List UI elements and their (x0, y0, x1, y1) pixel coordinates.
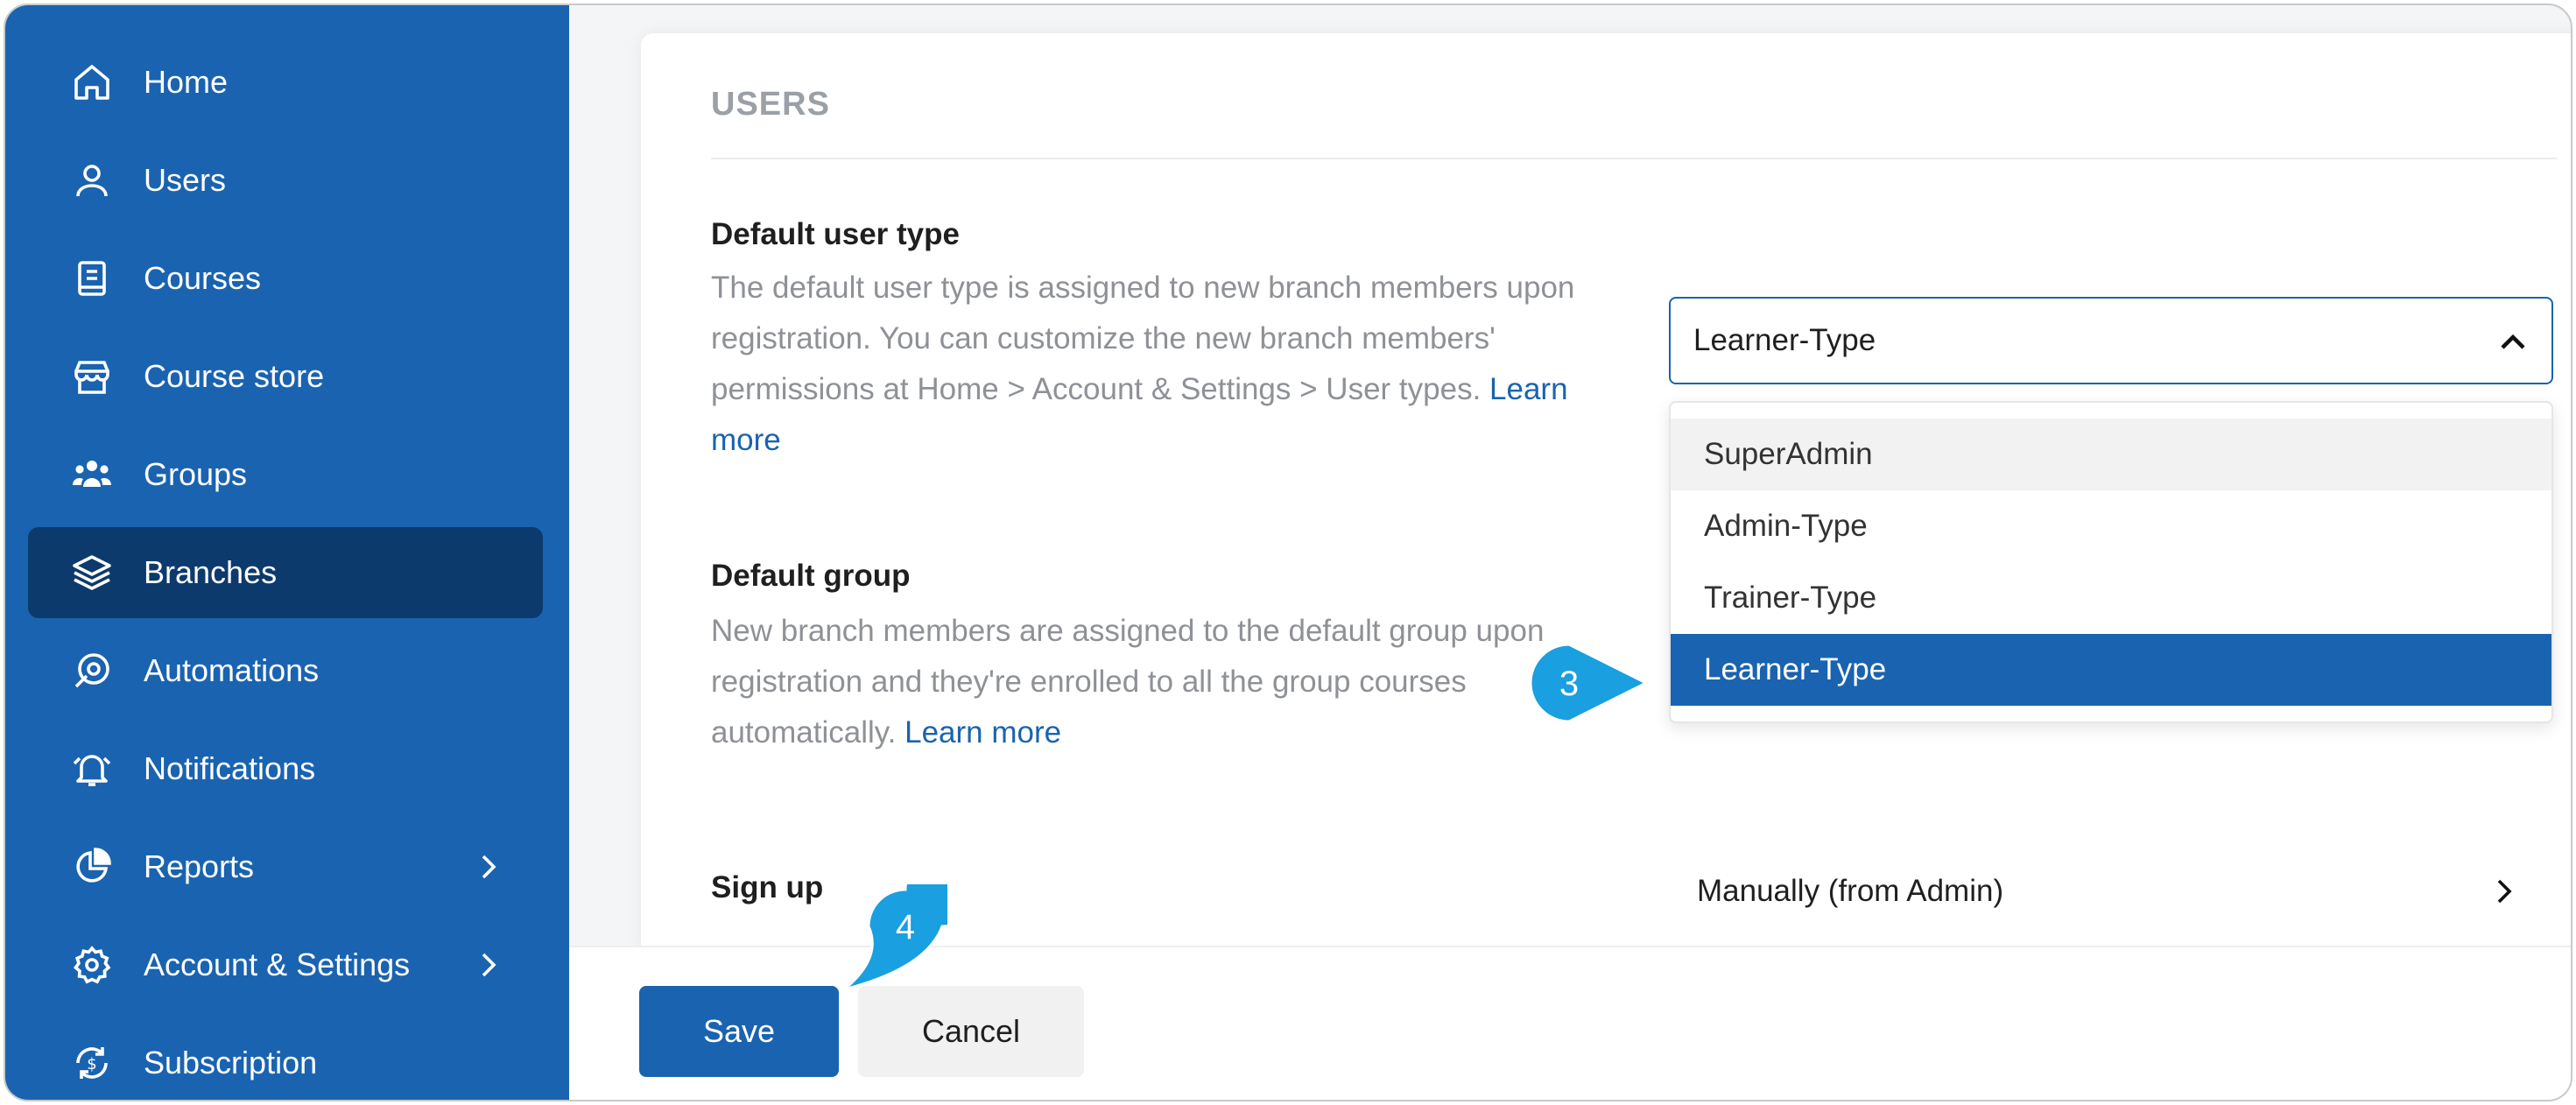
gear-icon (70, 943, 114, 987)
sidebar-item-label: Subscription (144, 1045, 318, 1080)
select-value: Learner-Type (1693, 323, 1876, 357)
option-trainer-type[interactable]: Trainer-Type (1671, 562, 2551, 634)
default-user-type-title: Default user type (711, 217, 960, 251)
layers-icon (70, 551, 114, 595)
chevron-up-icon (2501, 334, 2525, 349)
user-type-dropdown: SuperAdmin Admin-Type Trainer-Type Learn… (1669, 401, 2553, 723)
chevron-right-icon[interactable] (2488, 874, 2520, 909)
step-4-callout: 4 (843, 884, 947, 991)
home-icon (70, 60, 114, 104)
groups-icon (70, 453, 114, 496)
sidebar-item-label: Groups (144, 456, 248, 492)
section-title: USERS (711, 86, 830, 123)
sidebar-item-course-store[interactable]: Course store (28, 331, 543, 422)
store-icon (70, 355, 114, 398)
sidebar-item-label: Course store (144, 358, 325, 394)
sidebar-item-branches[interactable]: Branches (28, 527, 543, 618)
sidebar-item-courses[interactable]: Courses (28, 233, 543, 324)
default-group-description: New branch members are assigned to the d… (711, 606, 1552, 758)
svg-text:$: $ (87, 1055, 96, 1073)
default-user-type-description: The default user type is assigned to new… (711, 263, 1622, 466)
option-admin-type[interactable]: Admin-Type (1671, 490, 2551, 562)
description-text: The default user type is assigned to new… (711, 271, 1575, 406)
pie-chart-icon (70, 845, 114, 889)
app-window: Home Users Courses Course store Groups B… (4, 4, 2572, 1101)
description-text: New branch members are assigned to the d… (711, 614, 1545, 750)
option-learner-type[interactable]: Learner-Type (1671, 634, 2551, 706)
sidebar-item-users[interactable]: Users (28, 135, 543, 226)
chevron-right-icon (482, 953, 496, 977)
default-group-title: Default group (711, 559, 911, 593)
sign-up-title: Sign up (711, 870, 824, 904)
sidebar-item-label: Branches (144, 554, 278, 590)
step-4-number: 4 (896, 908, 915, 947)
sidebar-item-subscription[interactable]: $ Subscription (28, 1017, 543, 1100)
save-button[interactable]: Save (639, 986, 839, 1077)
sidebar-item-label: Automations (144, 652, 320, 688)
bell-icon (70, 747, 114, 791)
sidebar-item-label: Home (144, 64, 229, 100)
sidebar-item-label: Reports (144, 848, 255, 884)
sidebar-item-label: Notifications (144, 750, 316, 786)
book-icon (70, 257, 114, 300)
sidebar-item-reports[interactable]: Reports (28, 821, 543, 912)
sidebar-item-notifications[interactable]: Notifications (28, 723, 543, 814)
users-settings-panel: USERS Default user type The default user… (641, 33, 2571, 953)
step-3-callout: 3 (1529, 643, 1650, 723)
sidebar-item-label: Courses (144, 260, 262, 296)
sidebar-item-label: Account & Settings (144, 947, 411, 982)
sidebar-item-account-settings[interactable]: Account & Settings (28, 919, 543, 1010)
step-3-number: 3 (1559, 665, 1579, 703)
sidebar-item-label: Users (144, 162, 227, 198)
sidebar-item-groups[interactable]: Groups (28, 429, 543, 520)
sign-up-value[interactable]: Manually (from Admin) (1697, 874, 2003, 909)
subscription-icon: $ (70, 1041, 114, 1085)
option-superadmin[interactable]: SuperAdmin (1671, 419, 2551, 490)
user-icon (70, 158, 114, 202)
chevron-right-icon (482, 855, 496, 879)
default-user-type-select[interactable]: Learner-Type (1669, 297, 2553, 384)
sidebar-item-automations[interactable]: Automations (28, 625, 543, 716)
automation-icon (70, 649, 114, 693)
learn-more-link[interactable]: Learn more (904, 715, 1061, 750)
cancel-button[interactable]: Cancel (858, 986, 1084, 1077)
divider (711, 158, 2557, 159)
sidebar-item-home[interactable]: Home (28, 37, 543, 128)
sidebar: Home Users Courses Course store Groups B… (5, 5, 569, 1100)
